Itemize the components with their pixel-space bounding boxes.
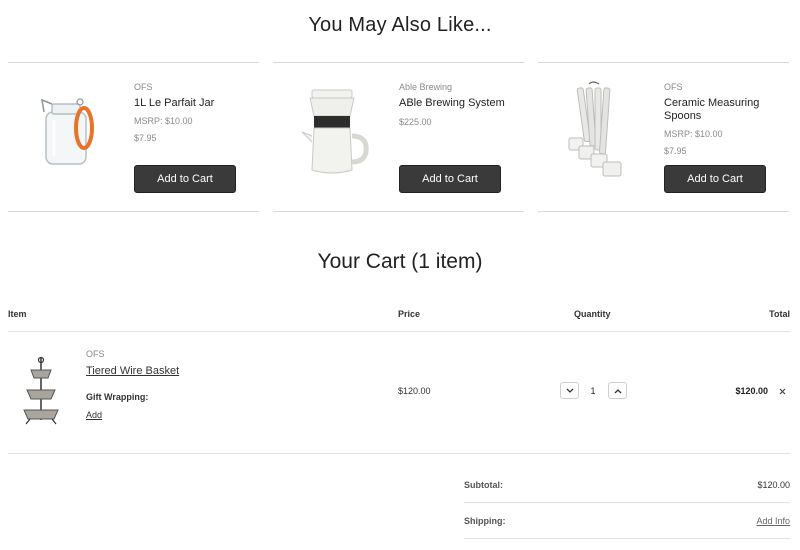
- product-price: $7.95: [134, 133, 157, 143]
- header-quantity: Quantity: [574, 309, 611, 319]
- product-msrp: MSRP: $10.00: [134, 116, 193, 126]
- recommendations-title: You May Also Like...: [308, 14, 492, 36]
- cart-item-price: $120.00: [398, 386, 431, 396]
- header-price: Price: [398, 309, 421, 319]
- divider: [464, 502, 790, 503]
- chevron-down-icon: [566, 388, 573, 393]
- product-price: $225.00: [399, 117, 432, 127]
- product-brand: OFS: [134, 82, 153, 92]
- header-total: Total: [769, 309, 790, 319]
- tiered-basket-icon: [23, 356, 59, 425]
- glass-jar-icon: [41, 98, 94, 165]
- gift-wrapping-label: Gift Wrapping:: [86, 392, 149, 402]
- product-name[interactable]: ABle Brewing System: [399, 97, 514, 110]
- product-card-spoons: OFS Ceramic Measuring Spoons MSRP: $10.0…: [538, 62, 789, 212]
- product-name[interactable]: 1L Le Parfait Jar: [134, 97, 249, 110]
- header-item: Item: [8, 309, 27, 319]
- product-msrp: MSRP: $10.00: [664, 129, 723, 139]
- cart-item-image[interactable]: [20, 356, 62, 426]
- remove-item-button[interactable]: [776, 385, 788, 397]
- cart-item-brand: OFS: [86, 349, 105, 359]
- quantity-increase-button[interactable]: [608, 382, 627, 399]
- product-card-jar: OFS 1L Le Parfait Jar MSRP: $10.00 $7.95…: [8, 62, 259, 212]
- close-icon: [779, 388, 785, 394]
- add-to-cart-button[interactable]: Add to Cart: [134, 165, 236, 193]
- shipping-label: Shipping:: [464, 516, 506, 526]
- quantity-value: 1: [590, 386, 596, 396]
- add-to-cart-button[interactable]: Add to Cart: [399, 165, 501, 193]
- gift-wrapping-add-link[interactable]: Add: [86, 410, 102, 420]
- product-image[interactable]: [273, 73, 391, 191]
- subtotal-value: $120.00: [757, 480, 790, 490]
- quantity-decrease-button[interactable]: [560, 382, 579, 399]
- product-image[interactable]: [538, 73, 656, 191]
- divider: [8, 453, 790, 454]
- pour-over-coffee-icon: [301, 89, 369, 174]
- product-image[interactable]: [8, 73, 126, 191]
- product-brand: OFS: [664, 82, 683, 92]
- shipping-add-info-link[interactable]: Add Info: [756, 516, 790, 526]
- product-name[interactable]: Ceramic Measuring Spoons: [664, 97, 779, 123]
- divider: [464, 538, 790, 539]
- measuring-spoons-icon: [568, 81, 622, 177]
- cart-item-name-link[interactable]: Tiered Wire Basket: [86, 365, 179, 377]
- divider: [8, 331, 790, 332]
- product-price: $7.95: [664, 146, 687, 156]
- product-brand: Able Brewing: [399, 82, 453, 92]
- subtotal-label: Subtotal:: [464, 480, 503, 490]
- add-to-cart-button[interactable]: Add to Cart: [664, 165, 766, 193]
- product-card-brewing: Able Brewing ABle Brewing System $225.00…: [273, 62, 524, 212]
- cart-title: Your Cart (1 item): [317, 250, 483, 273]
- cart-item-total: $120.00: [735, 386, 768, 396]
- chevron-up-icon: [614, 388, 621, 393]
